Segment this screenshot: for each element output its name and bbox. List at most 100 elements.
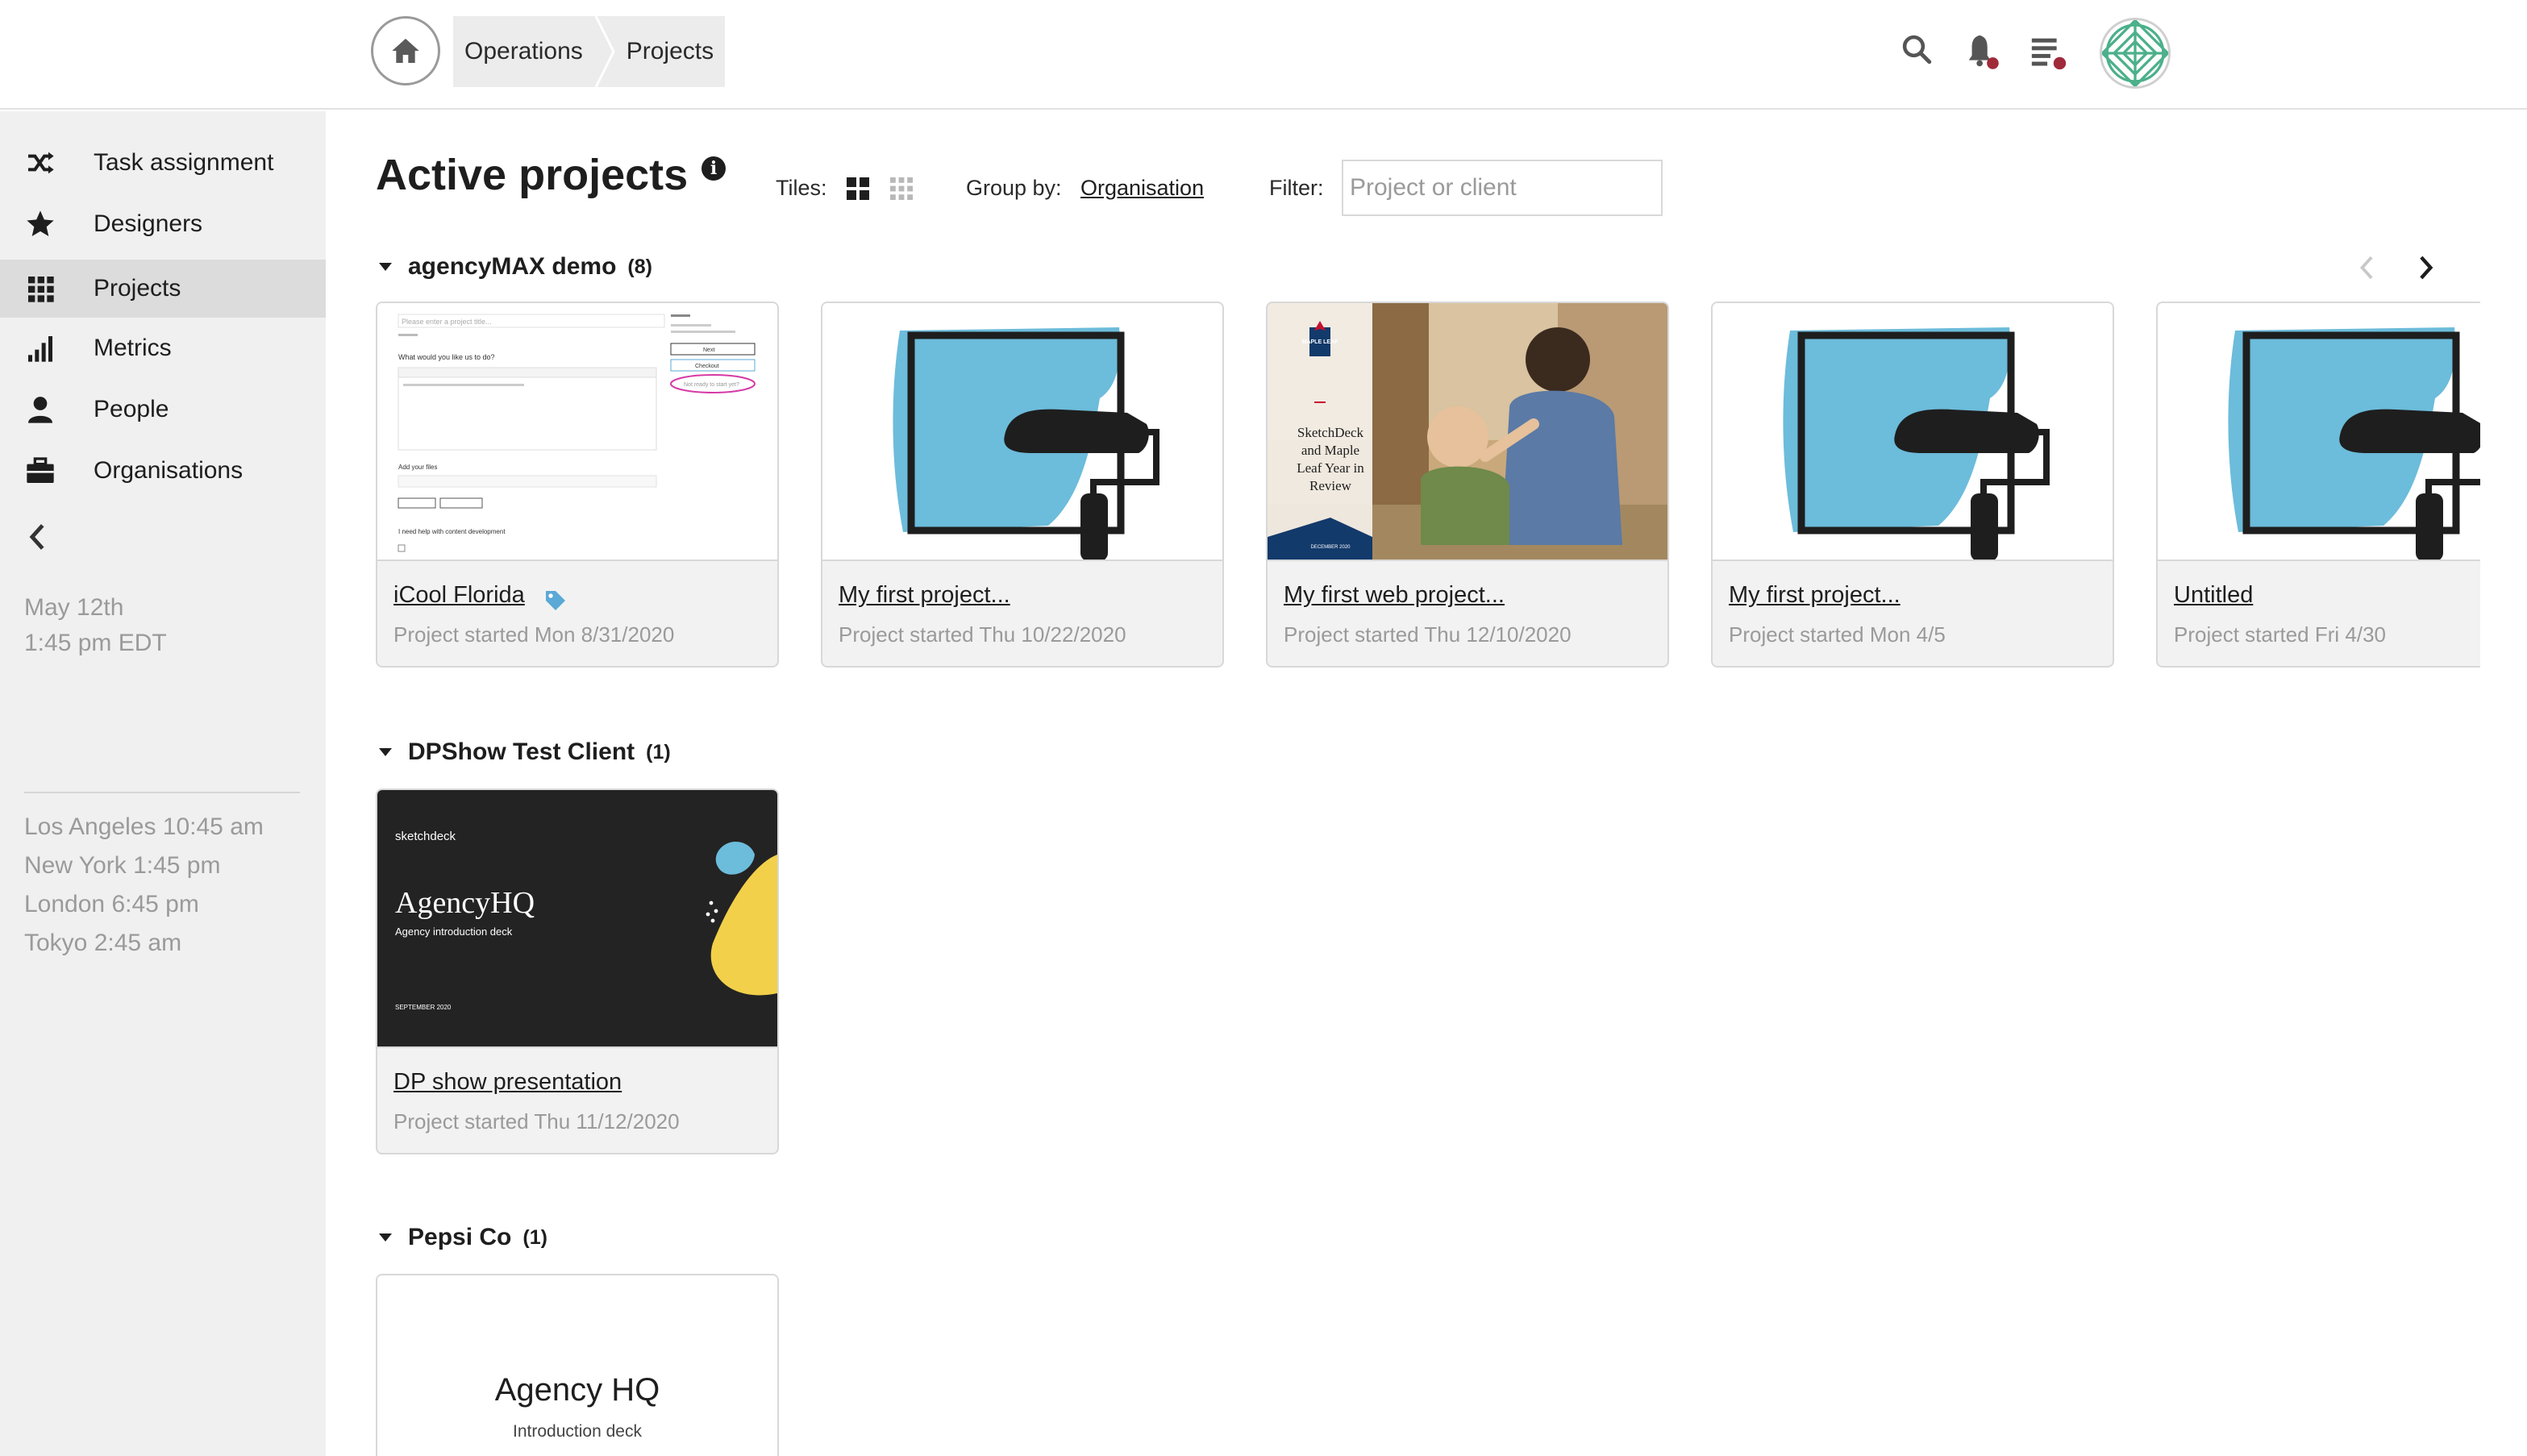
divider bbox=[24, 792, 300, 793]
project-start-date: Project started Mon 4/5 bbox=[1729, 622, 1946, 647]
star-icon bbox=[27, 210, 54, 236]
form-question: What would you like us to do? bbox=[398, 353, 495, 361]
grid-icon bbox=[28, 277, 54, 302]
form-placeholder: Please enter a project title... bbox=[402, 318, 492, 326]
form-screenshot-thumbnail: Please enter a project title... What wou… bbox=[377, 303, 777, 560]
world-clock-item: London 6:45 pm bbox=[24, 891, 199, 917]
sidebar-item-label: Task assignment bbox=[94, 149, 274, 176]
paint-roller-thumbnail bbox=[1783, 327, 2050, 560]
project-card[interactable]: MAPLE LEAF SketchDeck and Maple Leaf Yea… bbox=[1266, 302, 1669, 668]
breadcrumb: Operations Projects bbox=[453, 16, 726, 87]
form-link: Not ready to start yet? bbox=[684, 382, 739, 388]
maple-title-line: SketchDeck bbox=[1297, 425, 1364, 440]
world-clock-item: New York 1:45 pm bbox=[24, 852, 221, 879]
maple-title-line: Leaf Year in bbox=[1297, 460, 1364, 476]
paint-roller-thumbnail bbox=[2228, 327, 2480, 560]
form-question: Add your files bbox=[398, 464, 437, 471]
breadcrumb-operations[interactable]: Operations bbox=[453, 16, 615, 87]
briefcase-icon bbox=[27, 457, 54, 483]
group-header-pepsi-co[interactable]: Pepsi Co (1) bbox=[379, 1224, 547, 1251]
world-clock-item: Tokyo 2:45 am bbox=[24, 930, 182, 956]
deck-subtitle: Agency introduction deck bbox=[395, 926, 513, 938]
sidebar-item-organisations[interactable]: Organisations bbox=[0, 442, 326, 500]
caret-down-icon bbox=[379, 748, 392, 756]
caret-down-icon bbox=[379, 263, 392, 271]
maple-title-line: and Maple bbox=[1301, 443, 1359, 458]
dark-deck-thumbnail: sketchdeck AgencyHQ Agency introduction … bbox=[377, 790, 777, 1046]
filter-input[interactable] bbox=[1342, 160, 1663, 216]
sidebar-item-people[interactable]: People bbox=[0, 381, 326, 439]
home-button[interactable] bbox=[371, 16, 440, 85]
list-icon[interactable] bbox=[2029, 32, 2069, 73]
form-checkout: Checkout bbox=[695, 364, 719, 369]
person-icon bbox=[28, 397, 52, 423]
project-card[interactable]: My first project... Project started Thu … bbox=[821, 302, 1224, 668]
form-button: Next bbox=[703, 347, 714, 353]
sidebar-item-designers[interactable]: Designers bbox=[0, 195, 326, 253]
sidebar-item-task-assignment[interactable]: Task assignment bbox=[0, 134, 326, 192]
bar-chart-icon bbox=[28, 336, 52, 362]
project-title[interactable]: iCool Florida bbox=[393, 582, 525, 609]
chevron-left-icon[interactable] bbox=[2356, 253, 2379, 282]
search-icon[interactable] bbox=[1900, 32, 1934, 66]
project-start-date: Project started Thu 11/12/2020 bbox=[393, 1109, 680, 1134]
project-card[interactable]: Please enter a project title... What wou… bbox=[376, 302, 779, 668]
current-time: 1:45 pm EDT bbox=[24, 630, 167, 656]
paint-roller-thumbnail bbox=[893, 327, 1159, 560]
deck-title: AgencyHQ bbox=[395, 886, 535, 920]
home-icon bbox=[392, 39, 419, 63]
project-card[interactable]: sketchdeck AgencyHQ Agency introduction … bbox=[376, 788, 779, 1154]
shuffle-icon bbox=[28, 152, 54, 174]
group-name: Pepsi Co bbox=[408, 1224, 512, 1250]
project-start-date: Project started Mon 8/31/2020 bbox=[393, 622, 675, 647]
project-thumbnail bbox=[1713, 303, 2113, 561]
breadcrumb-projects[interactable]: Projects bbox=[615, 16, 725, 87]
sidebar: Task assignment Designers Projects Metri… bbox=[0, 111, 326, 1456]
current-date: May 12th bbox=[24, 594, 124, 621]
sidebar-item-label: Metrics bbox=[94, 335, 172, 361]
sidebar-item-label: Projects bbox=[94, 275, 181, 302]
group-header-agencymax-demo[interactable]: agencyMAX demo (8) bbox=[379, 253, 652, 281]
photo-thumbnail: MAPLE LEAF SketchDeck and Maple Leaf Yea… bbox=[1268, 303, 1667, 560]
bell-icon[interactable] bbox=[1964, 32, 2001, 73]
top-bar: Operations Projects bbox=[0, 0, 2527, 110]
project-card[interactable]: Agency HQ Introduction deck bbox=[376, 1274, 779, 1456]
avatar[interactable] bbox=[2100, 18, 2171, 89]
chevron-left-icon[interactable] bbox=[26, 521, 50, 553]
chevron-right-icon[interactable] bbox=[2414, 253, 2437, 282]
large-tiles-icon[interactable] bbox=[847, 177, 869, 200]
small-tiles-icon[interactable] bbox=[890, 177, 913, 200]
project-thumbnail: Agency HQ Introduction deck bbox=[377, 1275, 777, 1456]
group-count: (1) bbox=[522, 1225, 547, 1249]
deck-title: Agency HQ bbox=[494, 1372, 660, 1408]
info-icon[interactable]: i bbox=[701, 156, 726, 181]
group-header-dpshow-test-client[interactable]: DPShow Test Client (1) bbox=[379, 738, 671, 766]
breadcrumb-projects-label: Projects bbox=[626, 38, 714, 64]
form-question: I need help with content development bbox=[398, 528, 506, 535]
project-thumbnail bbox=[2158, 303, 2480, 561]
project-card[interactable]: Untitled Project started Fri 4/30 bbox=[2156, 302, 2480, 668]
world-clock-item: Los Angeles 10:45 am bbox=[24, 813, 264, 840]
page-title: Active projects bbox=[376, 151, 689, 199]
project-title[interactable]: My first web project... bbox=[1284, 582, 1505, 609]
sidebar-item-label: Organisations bbox=[94, 457, 244, 484]
filter-label: Filter: bbox=[1269, 176, 1324, 200]
project-start-date: Project started Thu 10/22/2020 bbox=[839, 622, 1126, 647]
project-title[interactable]: My first project... bbox=[1729, 582, 1900, 609]
project-start-date: Project started Thu 12/10/2020 bbox=[1284, 622, 1572, 647]
project-title[interactable]: My first project... bbox=[839, 582, 1010, 609]
group-count: (1) bbox=[646, 740, 671, 763]
project-card[interactable]: My first project... Project started Mon … bbox=[1711, 302, 2114, 668]
sidebar-item-label: People bbox=[94, 396, 169, 422]
deck-brand: sketchdeck bbox=[395, 830, 456, 843]
project-title[interactable]: Untitled bbox=[2174, 582, 2253, 609]
project-thumbnail bbox=[822, 303, 1222, 561]
sidebar-item-metrics[interactable]: Metrics bbox=[0, 319, 326, 377]
tiles-label: Tiles: bbox=[776, 176, 827, 200]
maple-brand: MAPLE LEAF bbox=[1302, 339, 1338, 345]
project-thumbnail: sketchdeck AgencyHQ Agency introduction … bbox=[377, 790, 777, 1048]
project-title[interactable]: DP show presentation bbox=[393, 1069, 622, 1096]
group-by-dropdown[interactable]: Organisation bbox=[1080, 176, 1204, 201]
project-thumbnail: Please enter a project title... What wou… bbox=[377, 303, 777, 561]
sidebar-item-projects[interactable]: Projects bbox=[0, 260, 326, 318]
